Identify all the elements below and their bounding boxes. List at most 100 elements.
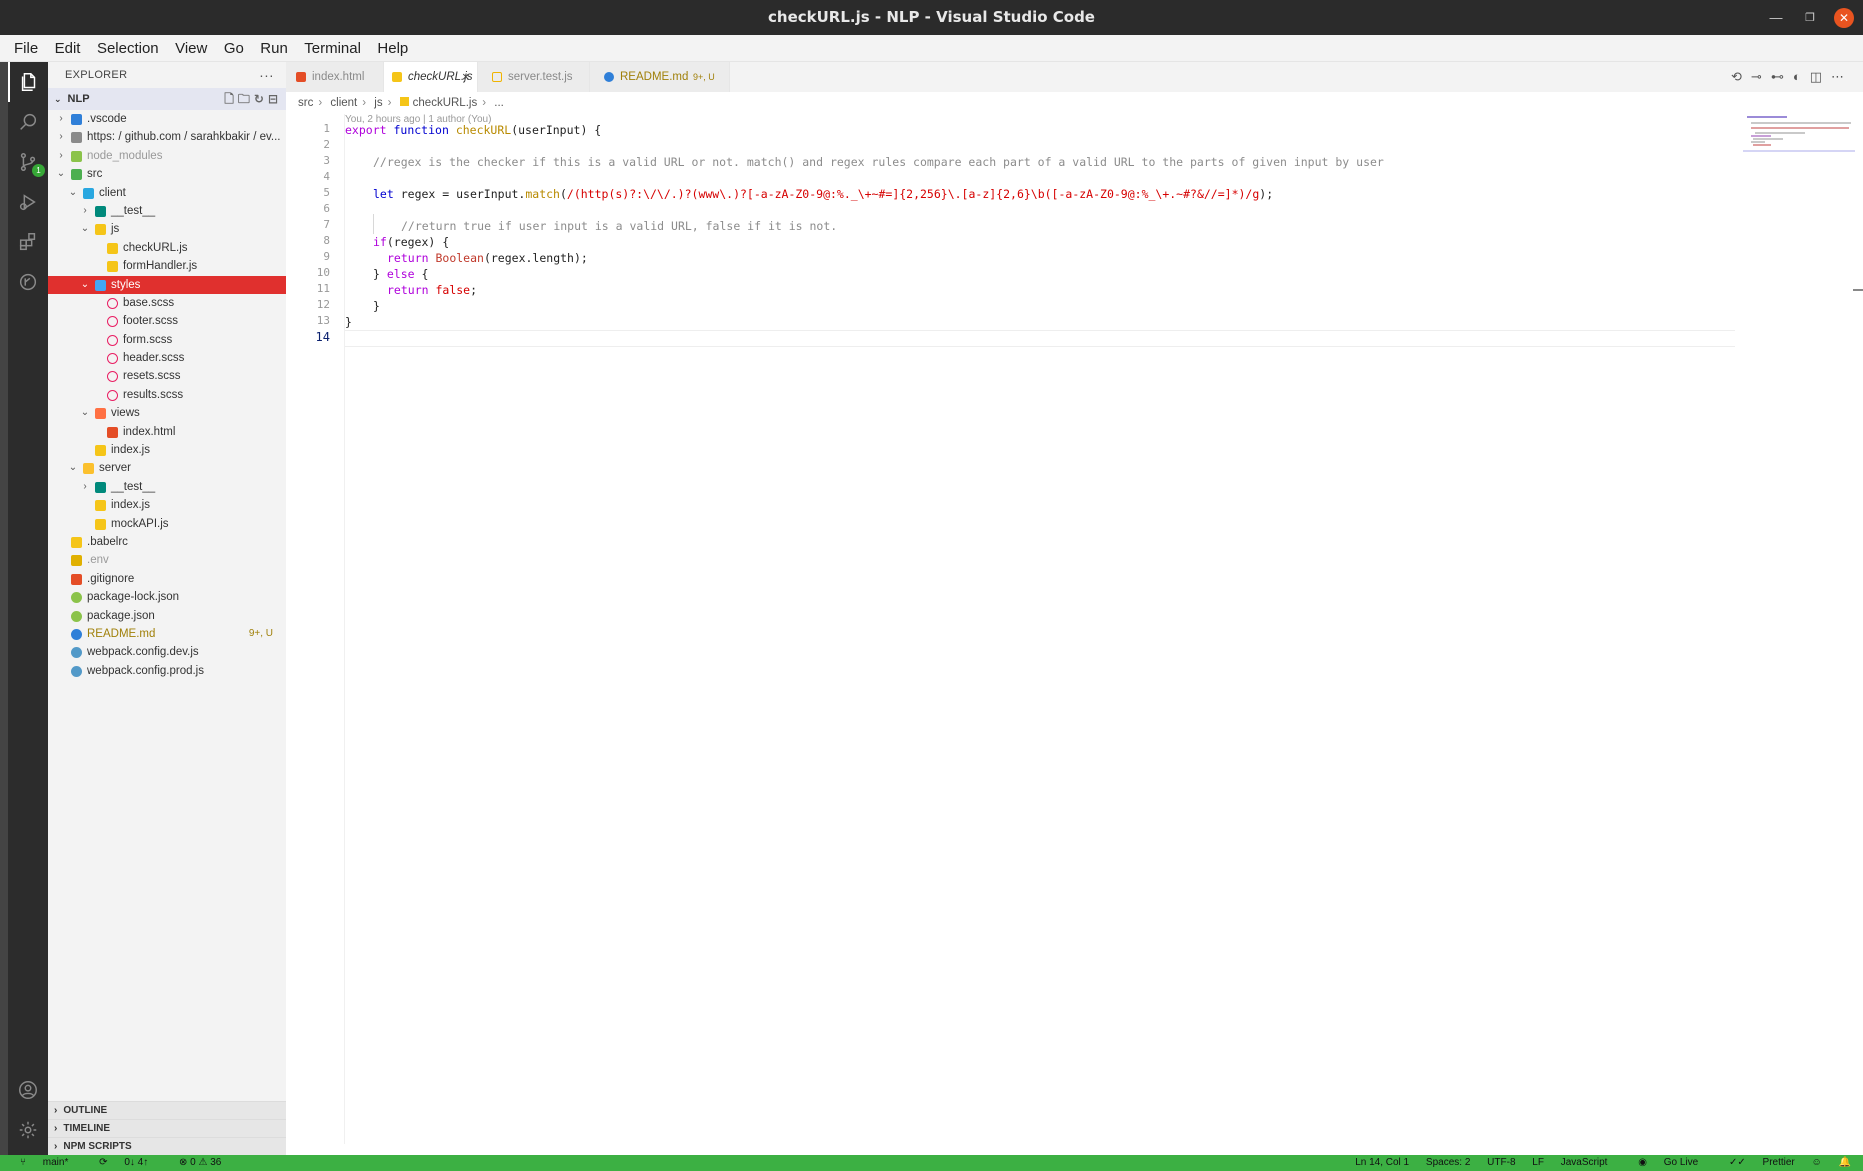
language-mode[interactable]: JavaScript [1561, 1157, 1608, 1168]
minimap[interactable] [1743, 114, 1855, 234]
open-changes-icon[interactable]: ◐ [1793, 69, 1810, 84]
breadcrumb-file[interactable]: checkURL.js [413, 97, 478, 109]
tab-server-test-js[interactable]: server.test.js [478, 62, 590, 92]
tree-item-src[interactable]: ⌄ src [48, 165, 286, 183]
go-back-icon[interactable]: ⊸ [1751, 69, 1771, 84]
tree-item-server[interactable]: ⌄ server [48, 459, 286, 477]
source-control-icon[interactable]: 1 [8, 142, 48, 182]
tree-item-client[interactable]: ⌄ client [48, 184, 286, 202]
js-folder-icon [95, 224, 106, 236]
account-icon[interactable] [8, 1070, 48, 1110]
prettier-button[interactable]: ✓✓ Prettier [1715, 1157, 1795, 1168]
refresh-icon[interactable]: ↻ [254, 92, 268, 106]
tree-item-package-lock-json[interactable]: package-lock.json [48, 588, 286, 606]
menu-selection[interactable]: Selection [91, 35, 165, 62]
tree-item-label: webpack.config.dev.js [87, 646, 199, 659]
tree-item-results-scss[interactable]: results.scss [48, 386, 286, 404]
tree-item-checkurl-js[interactable]: checkURL.js [48, 239, 286, 257]
code-editor[interactable]: 1 2 3 4 5 6 7 8 9 10 11 12 13 14 You, 2 hours ago | 1… [286, 114, 1863, 1155]
tree-item-test[interactable]: › __test__ [48, 478, 286, 496]
tree-item-https-github-com-sarahkbakir-ev[interactable]: › https: / github.com / sarahkbakir / ev.… [48, 128, 286, 146]
tree-item-env[interactable]: .env [48, 551, 286, 569]
code-area[interactable]: You, 2 hours ago | 1 author (You) export… [344, 114, 1744, 1144]
restore-icon[interactable]: ❐ [1800, 8, 1820, 28]
encoding[interactable]: UTF-8 [1487, 1157, 1515, 1168]
search-icon[interactable] [8, 102, 48, 142]
tree-item-test[interactable]: › __test__ [48, 202, 286, 220]
cursor-position[interactable]: Ln 14, Col 1 [1355, 1157, 1409, 1168]
menu-terminal[interactable]: Terminal [298, 35, 367, 62]
minimize-icon[interactable]: — [1766, 8, 1786, 28]
tree-item-gitignore[interactable]: .gitignore [48, 570, 286, 588]
breadcrumb-symbol[interactable]: ... [494, 97, 504, 109]
tree-item-resets-scss[interactable]: resets.scss [48, 367, 286, 385]
breadcrumb-js[interactable]: js [374, 97, 382, 109]
editor-actions: ⟲⊸⊷◐◫⋯ [1731, 62, 1853, 92]
notifications-icon[interactable]: 🔔 [1839, 1157, 1851, 1168]
new-folder-icon[interactable]: 🗀 [238, 92, 254, 106]
new-file-icon[interactable]: 🗋 [224, 92, 238, 106]
tree-item-webpack-config-prod-js[interactable]: webpack.config.prod.js [48, 662, 286, 680]
tree-item-base-scss[interactable]: base.scss [48, 294, 286, 312]
close-window-icon[interactable]: ✕ [1834, 8, 1854, 28]
menu-edit[interactable]: Edit [49, 35, 87, 62]
sync-indicator[interactable]: ⟳ 0↓ 4↑ [99, 1157, 162, 1168]
more-actions-icon[interactable]: ··· [259, 62, 274, 88]
menu-file[interactable]: File [0, 35, 44, 62]
extensions-icon[interactable] [8, 222, 48, 262]
split-editor-icon[interactable]: ◫ [1810, 69, 1831, 84]
breadcrumb-client[interactable]: client [330, 97, 357, 109]
menu-help[interactable]: Help [371, 35, 414, 62]
tree-item-webpack-config-dev-js[interactable]: webpack.config.dev.js [48, 643, 286, 661]
line-number: 12 [316, 298, 330, 311]
tree-item-readme-md[interactable]: README.md 9+, U [48, 625, 286, 643]
tree-item-index-html[interactable]: index.html [48, 423, 286, 441]
indentation[interactable]: Spaces: 2 [1426, 1157, 1470, 1168]
tab-checkurl-js[interactable]: checkURL.js × [384, 62, 478, 92]
tree-item-label: views [111, 407, 140, 420]
git-compare-icon[interactable]: ⟲ [1731, 69, 1751, 84]
tree-item-node-modules[interactable]: › node_modules [48, 147, 286, 165]
tree-item-index-js[interactable]: index.js [48, 441, 286, 459]
tree-item-styles[interactable]: ⌄ styles [48, 275, 286, 294]
broadcast-icon: ◉ [1638, 1157, 1650, 1168]
timeline-section[interactable]: › TIMELINE [48, 1119, 286, 1137]
end-of-line[interactable]: LF [1532, 1157, 1544, 1168]
close-tab-icon[interactable]: × [462, 62, 470, 92]
more-actions-icon[interactable]: ⋯ [1831, 69, 1853, 84]
collapse-all-icon[interactable]: ⊟ [268, 92, 282, 106]
problems-indicator[interactable]: ⊗ 0 ⚠ 36 [179, 1157, 221, 1168]
scss-file-icon [107, 389, 118, 401]
run-debug-icon[interactable] [8, 182, 48, 222]
menu-go[interactable]: Go [218, 35, 250, 62]
git-graph-icon[interactable] [8, 262, 48, 302]
tree-item-label: .gitignore [87, 572, 135, 585]
tree-item-form-scss[interactable]: form.scss [48, 331, 286, 349]
tree-item-js[interactable]: ⌄ js [48, 220, 286, 238]
tree-item-formhandler-js[interactable]: formHandler.js [48, 257, 286, 275]
tab-readme-md[interactable]: README.md 9+, U [590, 62, 730, 92]
npm-scripts-section[interactable]: › NPM SCRIPTS [48, 1137, 286, 1155]
breadcrumb-src[interactable]: src [298, 97, 313, 109]
outline-section[interactable]: › OUTLINE [48, 1101, 286, 1119]
settings-gear-icon[interactable] [8, 1110, 48, 1150]
explorer-icon[interactable] [8, 62, 48, 102]
tree-item-index-js[interactable]: index.js [48, 496, 286, 514]
branch-indicator[interactable]: ⑂ main* [20, 1157, 82, 1168]
go-forward-icon[interactable]: ⊷ [1771, 69, 1793, 84]
line-number: 11 [316, 282, 330, 295]
tree-item-header-scss[interactable]: header.scss [48, 349, 286, 367]
tree-item-mockapi-js[interactable]: mockAPI.js [48, 515, 286, 533]
tree-item-footer-scss[interactable]: footer.scss [48, 312, 286, 330]
tree-item-views[interactable]: ⌄ views [48, 404, 286, 422]
project-header[interactable]: ⌄ NLP 🗋🗀↻⊟ [48, 88, 286, 110]
go-live-button[interactable]: ◉ Go Live [1624, 1157, 1698, 1168]
menu-view[interactable]: View [169, 35, 213, 62]
chevron-right-icon: › [59, 149, 63, 161]
tree-item-package-json[interactable]: package.json [48, 607, 286, 625]
tree-item-babelrc[interactable]: .babelrc [48, 533, 286, 551]
menu-run[interactable]: Run [254, 35, 294, 62]
feedback-icon[interactable]: ☺ [1812, 1157, 1822, 1168]
tab-index-html[interactable]: index.html [286, 62, 384, 92]
tree-item-vscode[interactable]: › .vscode [48, 110, 286, 128]
